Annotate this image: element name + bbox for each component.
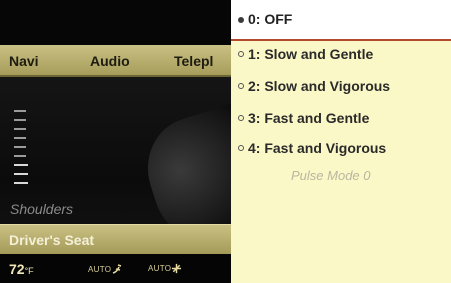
main-menu-bar: Navi Audio Telepl: [0, 45, 231, 77]
scale-tick: [14, 110, 26, 112]
temperature-readout[interactable]: 72°F: [9, 261, 34, 277]
airflow-icon: [113, 264, 122, 274]
scale-tick: [14, 173, 28, 175]
option-2-slow-vigorous[interactable]: 2: Slow and Vigorous: [231, 74, 451, 100]
intensity-scale: [14, 110, 28, 191]
climate-status-row: 72°F AUTO AUTO: [0, 254, 231, 283]
menu-item-audio[interactable]: Audio: [90, 53, 130, 69]
fan-icon: [172, 263, 182, 274]
scale-tick: [14, 119, 26, 121]
seat-display-screen: Navi Audio Telepl Shoulders Driver's Sea…: [0, 0, 231, 283]
menu-item-navi[interactable]: Navi: [9, 53, 39, 69]
scale-tick: [14, 155, 26, 157]
selected-radio-icon: [238, 17, 244, 23]
option-3-fast-gentle[interactable]: 3: Fast and Gentle: [231, 106, 451, 132]
seat-adjust-view: Shoulders: [0, 77, 231, 250]
selection-underline: [231, 39, 451, 41]
menu-item-telephone[interactable]: Telepl: [174, 53, 213, 69]
temperature-unit: °F: [24, 266, 34, 276]
scale-tick: [14, 182, 28, 184]
radio-icon: [238, 51, 244, 57]
drivers-seat-label: Driver's Seat: [9, 232, 95, 248]
radio-icon: [238, 115, 244, 121]
auto-fan-label: AUTO: [148, 264, 172, 273]
option-1-slow-gentle[interactable]: 1: Slow and Gentle: [231, 42, 451, 68]
option-label: 0: OFF: [248, 11, 293, 27]
option-label: 2: Slow and Vigorous: [248, 78, 391, 94]
seat-footer-bar[interactable]: Driver's Seat: [0, 224, 231, 254]
radio-icon: [238, 145, 244, 151]
option-label: 4: Fast and Vigorous: [248, 140, 387, 156]
scale-tick: [14, 146, 26, 148]
scale-tick: [14, 137, 26, 139]
auto-airflow-indicator[interactable]: AUTO: [88, 263, 123, 275]
scale-tick: [14, 164, 28, 166]
option-label: 1: Slow and Gentle: [248, 46, 374, 62]
temperature-value: 72: [9, 261, 25, 277]
massage-program-menu: 0: OFF 1: Slow and Gentle 2: Slow and Vi…: [231, 0, 451, 283]
option-0-off[interactable]: 0: OFF: [231, 0, 451, 40]
radio-icon: [238, 83, 244, 89]
auto-airflow-label: AUTO: [88, 265, 112, 274]
option-4-fast-vigorous[interactable]: 4: Fast and Vigorous: [231, 136, 451, 162]
option-label: 3: Fast and Gentle: [248, 110, 370, 126]
pulse-mode-label: Pulse Mode 0: [291, 168, 371, 183]
auto-fan-indicator[interactable]: AUTO: [148, 263, 182, 274]
zone-label: Shoulders: [10, 201, 74, 217]
scale-tick: [14, 128, 26, 130]
